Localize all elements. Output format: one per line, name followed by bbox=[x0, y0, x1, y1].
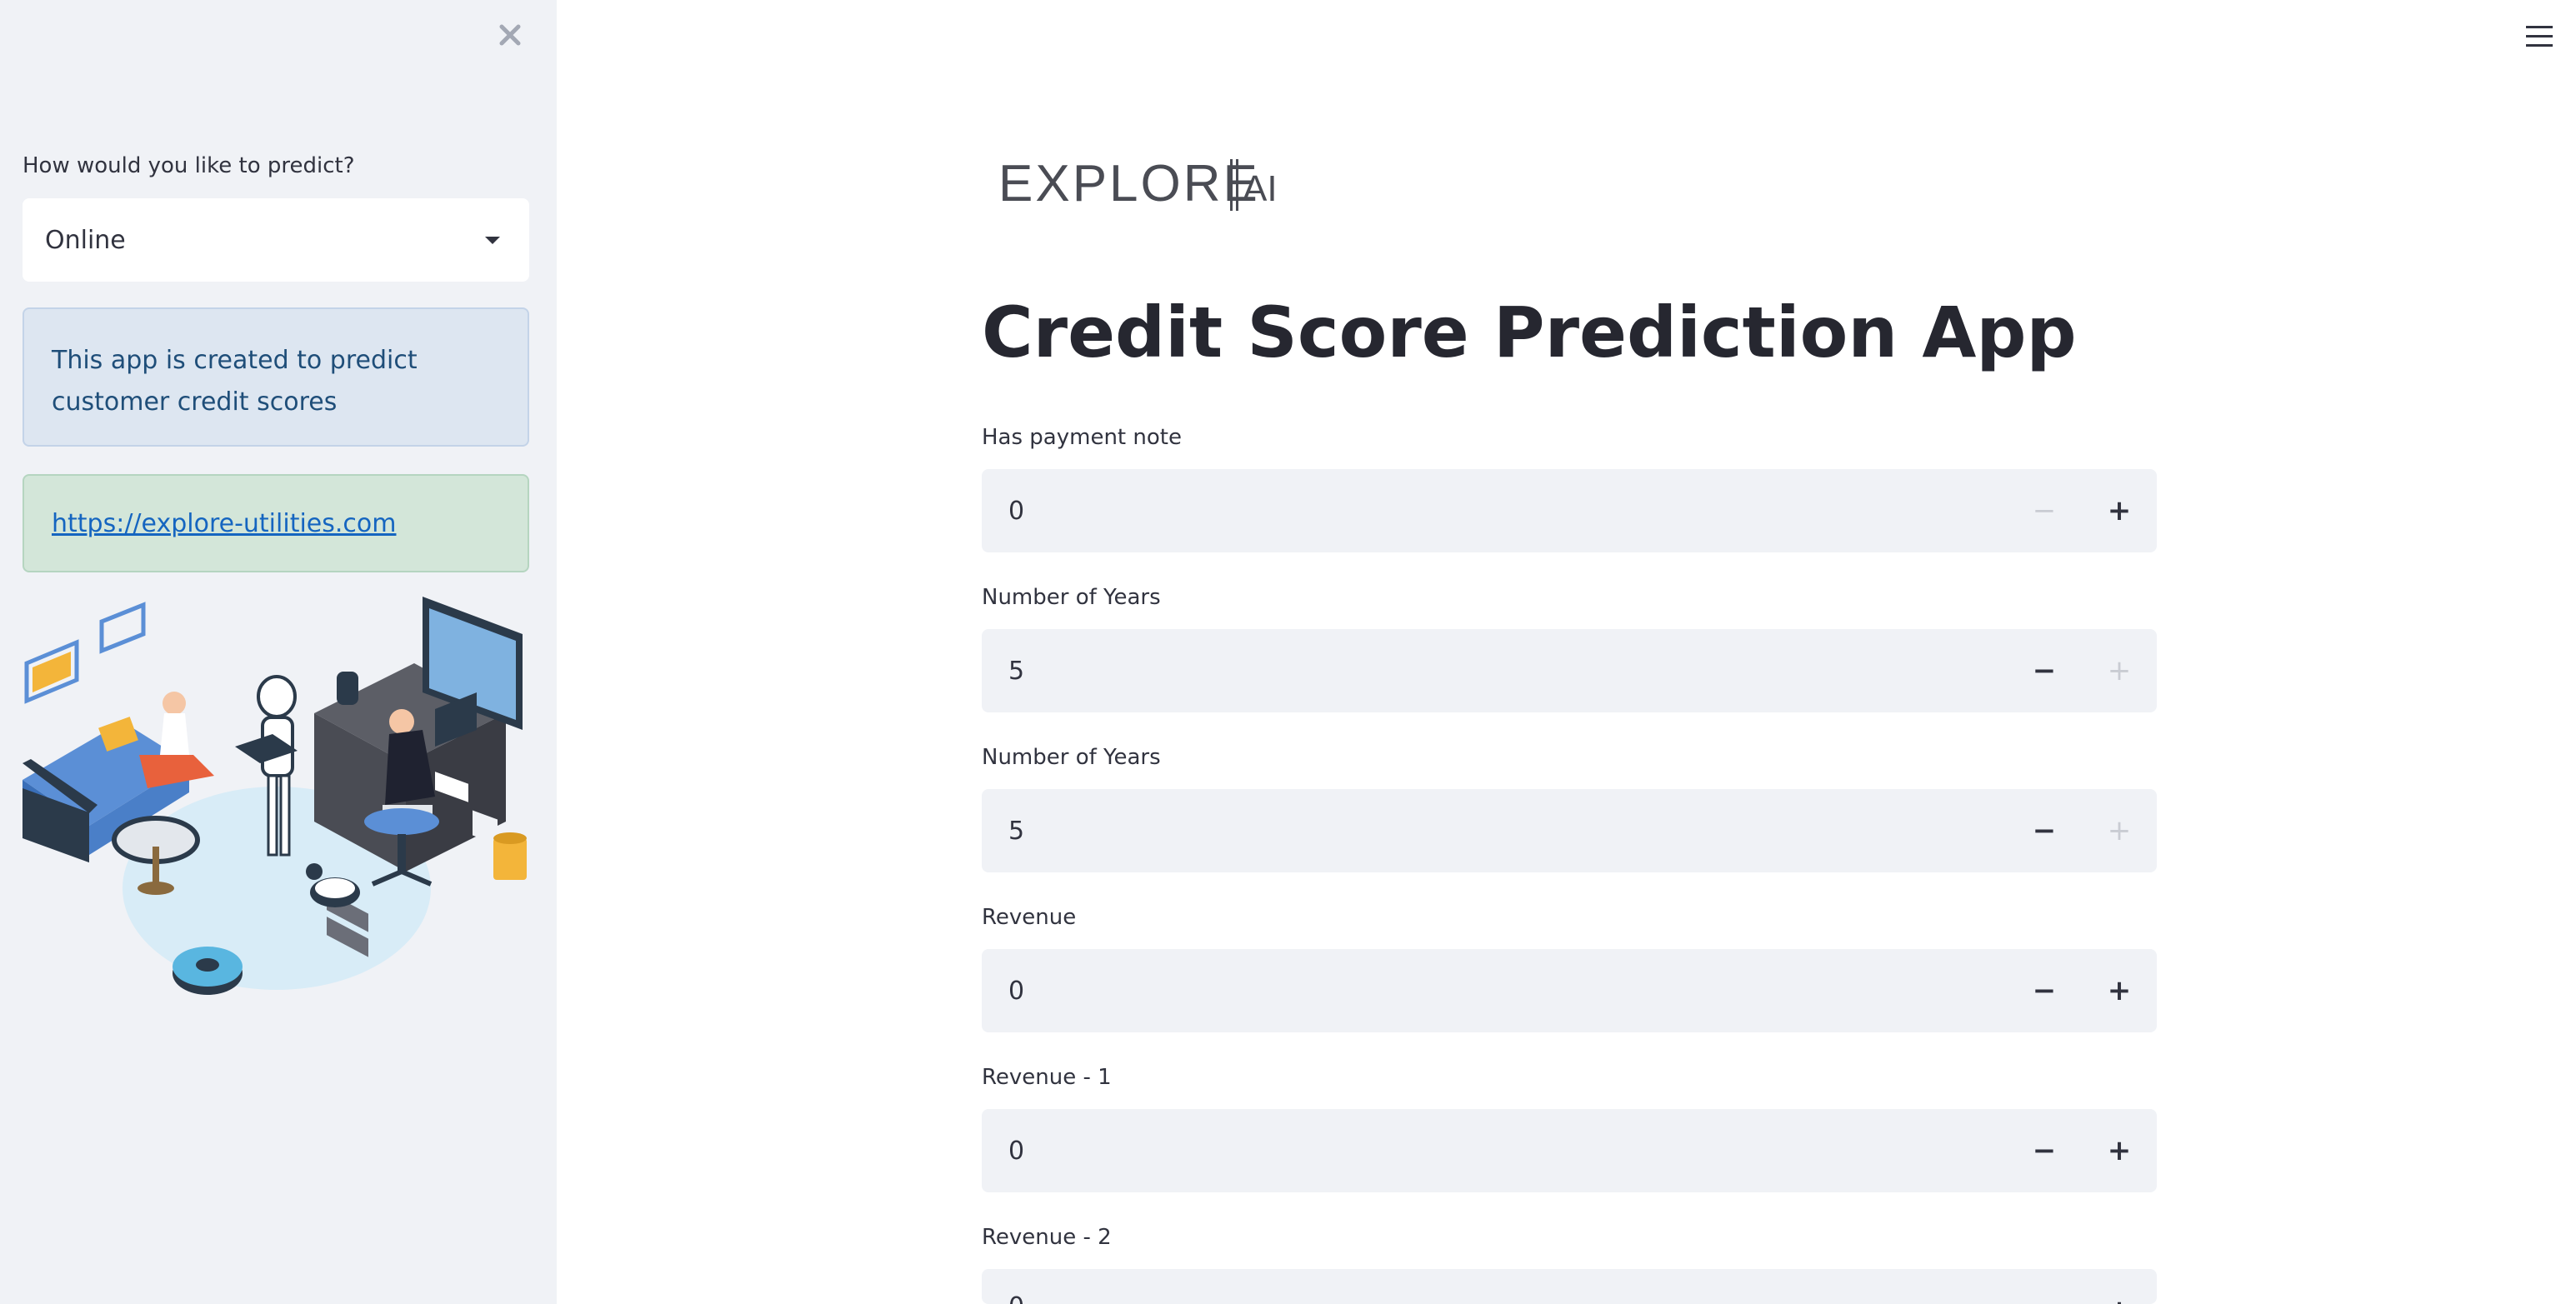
minus-icon: − bbox=[2032, 654, 2057, 687]
plus-icon: + bbox=[2108, 1294, 2132, 1304]
revenue-label: Revenue bbox=[982, 905, 1077, 930]
number-of-years-input[interactable]: 5 − + bbox=[982, 629, 2157, 712]
sidebar: How would you like to predict? Online Th… bbox=[0, 0, 557, 1304]
minus-icon: − bbox=[2032, 494, 2057, 527]
number-of-years-value[interactable]: 5 bbox=[982, 657, 2007, 686]
page-title: Credit Score Prediction App bbox=[982, 292, 2077, 373]
revenue-2-value[interactable]: 0 bbox=[982, 1269, 2007, 1304]
revenue-1-label: Revenue - 1 bbox=[982, 1065, 1112, 1090]
revenue-1-input[interactable]: 0 − + bbox=[982, 1109, 2157, 1192]
revenue-2-input[interactable]: 0 − + bbox=[982, 1269, 2157, 1304]
increment-button[interactable]: + bbox=[2082, 949, 2157, 1032]
number-of-years-label: Number of Years bbox=[982, 585, 1161, 610]
number-of-years-2-input[interactable]: 5 − + bbox=[982, 789, 2157, 872]
smart-home-illustration bbox=[23, 597, 527, 995]
predict-method-select[interactable]: Online bbox=[23, 198, 529, 282]
close-icon bbox=[499, 24, 521, 46]
minus-icon: − bbox=[2032, 1134, 2057, 1167]
explore-utilities-link[interactable]: https://explore-utilities.com bbox=[52, 509, 396, 538]
decrement-button[interactable]: − bbox=[2007, 789, 2082, 872]
plus-icon: + bbox=[2107, 1134, 2132, 1167]
increment-button[interactable]: + bbox=[2082, 789, 2157, 872]
decrement-button[interactable]: − bbox=[2007, 469, 2082, 552]
decrement-button[interactable]: − bbox=[2007, 629, 2082, 712]
has-payment-note-value[interactable]: 0 bbox=[982, 497, 2007, 526]
main-menu-button[interactable] bbox=[2518, 18, 2560, 55]
increment-button[interactable]: + bbox=[2082, 469, 2157, 552]
minus-icon: − bbox=[2032, 814, 2057, 847]
revenue-value[interactable]: 0 bbox=[982, 977, 2007, 1006]
logo-suffix: AI bbox=[1243, 168, 1278, 209]
minus-icon: − bbox=[2033, 1294, 2057, 1304]
increment-button[interactable]: + bbox=[2082, 629, 2157, 712]
link-alert: https://explore-utilities.com bbox=[23, 474, 529, 572]
has-payment-note-label: Has payment note bbox=[982, 425, 1182, 450]
revenue-1-value[interactable]: 0 bbox=[982, 1137, 2007, 1166]
chevron-down-icon bbox=[485, 236, 500, 244]
explore-ai-logo: EXPLORE AI bbox=[998, 155, 1278, 212]
info-alert-text: This app is created to predict customer … bbox=[52, 346, 418, 417]
number-of-years-2-value[interactable]: 5 bbox=[982, 817, 2007, 846]
close-sidebar-button[interactable] bbox=[492, 17, 528, 53]
plus-icon: + bbox=[2107, 494, 2132, 527]
logo-text: EXPLORE bbox=[998, 155, 1260, 212]
revenue-2-label: Revenue - 2 bbox=[982, 1225, 1112, 1250]
plus-icon: + bbox=[2107, 654, 2132, 687]
info-alert: This app is created to predict customer … bbox=[23, 307, 529, 447]
minus-icon: − bbox=[2032, 974, 2057, 1007]
has-payment-note-input[interactable]: 0 − + bbox=[982, 469, 2157, 552]
decrement-button[interactable]: − bbox=[2007, 1269, 2082, 1304]
number-of-years-2-label: Number of Years bbox=[982, 745, 1161, 770]
plus-icon: + bbox=[2107, 974, 2132, 1007]
increment-button[interactable]: + bbox=[2082, 1109, 2157, 1192]
decrement-button[interactable]: − bbox=[2007, 949, 2082, 1032]
plus-icon: + bbox=[2107, 814, 2132, 847]
decrement-button[interactable]: − bbox=[2007, 1109, 2082, 1192]
revenue-input[interactable]: 0 − + bbox=[982, 949, 2157, 1032]
increment-button[interactable]: + bbox=[2082, 1269, 2157, 1304]
predict-method-value: Online bbox=[45, 225, 126, 255]
hamburger-menu-icon bbox=[2526, 26, 2553, 47]
predict-method-label: How would you like to predict? bbox=[23, 153, 355, 178]
